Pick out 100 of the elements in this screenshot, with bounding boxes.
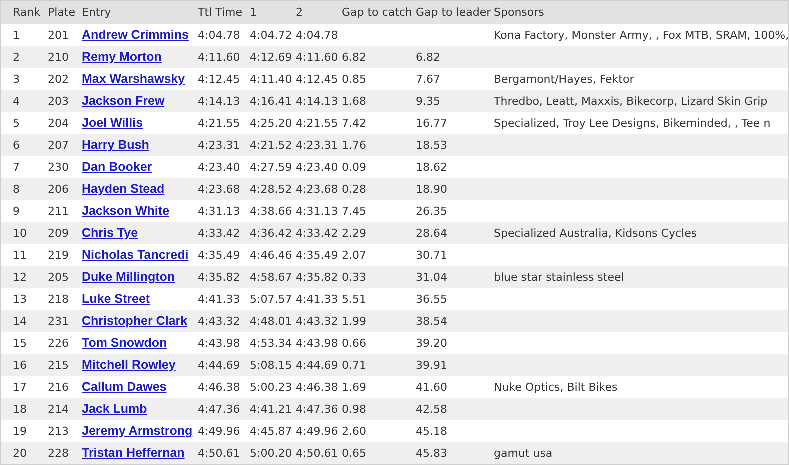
table-cell: 226 [48,336,69,350]
table-cell: 205 [48,270,69,284]
table-cell: 4:12.45 [296,72,338,86]
table-cell: 209 [48,226,69,240]
rider-link[interactable]: Nicholas Tancredi [82,248,189,262]
table-cell: 39.20 [416,336,448,350]
table-cell: 4:48.01 [250,314,292,328]
table-cell: 4:46.46 [250,248,292,262]
table-cell: 4:50.61 [198,446,240,460]
rider-link[interactable]: Max Warshawsky [82,72,186,86]
table-cell: 4:04.72 [250,28,292,42]
table-cell: 4:58.67 [250,270,292,284]
table-cell: 4 [13,94,20,108]
rider-link[interactable]: Jackson White [82,204,170,218]
table-cell: 0.65 [342,446,366,460]
table-cell: 4:35.49 [296,248,338,262]
table-cell: 4:43.98 [296,336,338,350]
table-cell: 0.28 [342,182,366,196]
table-cell: 218 [48,292,69,306]
table-cell: 4:28.52 [250,182,292,196]
table-cell: 4:11.60 [296,50,338,64]
column-header: Gap to catch [342,6,412,19]
table-cell: 15 [13,336,27,350]
table-cell: Kona Factory, Monster Army, , Fox MTB, SRAM, 100%, [494,28,788,42]
table-cell: 231 [48,314,69,328]
table-cell: 201 [48,28,69,42]
table-cell: 7.42 [342,116,366,130]
table-cell: 4:45.87 [250,424,292,438]
table-cell: 30.71 [416,248,448,262]
table-cell: 4:41.21 [250,402,292,416]
table-cell: 28.64 [416,226,448,240]
table-cell: 4:31.13 [198,204,240,218]
table-cell: 204 [48,116,69,130]
table-cell: 202 [48,72,69,86]
table-cell: 0.66 [342,336,366,350]
table-cell: 2.29 [342,226,366,240]
table-cell: 4:35.82 [296,270,338,284]
table-cell: 4:43.32 [198,314,240,328]
table-cell: 0.33 [342,270,366,284]
rider-link[interactable]: Dan Booker [82,160,152,174]
table-cell: 4:44.69 [198,358,240,372]
table-cell: 11 [13,248,27,262]
table-cell: 4:14.13 [296,94,338,108]
table-cell: 4:43.98 [198,336,240,350]
table-cell: 4:38.66 [250,204,292,218]
rider-link[interactable]: Jeremy Armstrong [82,424,193,438]
table-cell: 2 [13,50,20,64]
column-header: Sponsors [494,6,544,19]
table-cell: 7 [13,160,20,174]
table-cell: 2.07 [342,248,366,262]
table-cell: 4:41.33 [198,292,240,306]
table-cell: 45.83 [416,446,448,460]
table-cell: 230 [48,160,69,174]
table-cell: 6.82 [342,50,366,64]
table-cell: 1.99 [342,314,366,328]
table-cell: 5:08.15 [250,358,292,372]
table-cell: 4:35.49 [198,248,240,262]
table-cell: 36.55 [416,292,448,306]
table-cell: 4:21.55 [198,116,240,130]
table-cell: 3 [13,72,20,86]
table-cell: 216 [48,380,69,394]
table-cell: Specialized, Troy Lee Designs, Bikeminded, , Tee n [494,116,771,130]
table-cell: 12 [13,270,27,284]
table-cell: 1 [13,28,20,42]
table-cell: 4:46.38 [296,380,338,394]
table-cell: 4:47.36 [198,402,240,416]
table-cell: 19 [13,424,27,438]
table-cell: 16 [13,358,27,372]
table-cell: 4:33.42 [198,226,240,240]
table-cell: 1.68 [342,94,366,108]
table-cell: 206 [48,182,69,196]
table-cell: Nuke Optics, Bilt Bikes [494,380,618,394]
table-cell: 39.91 [416,358,448,372]
table-cell: 6 [13,138,20,152]
rider-link[interactable]: Luke Street [82,292,150,306]
table-cell: 9 [13,204,20,218]
column-header: Ttl Time [198,6,243,19]
table-cell: 4:23.31 [198,138,240,152]
table-cell: 16.77 [416,116,448,130]
table-cell: 1.76 [342,138,366,152]
rider-link[interactable]: Callum Dawes [82,380,167,394]
table-cell: 18 [13,402,27,416]
table-cell: 213 [48,424,69,438]
table-cell: 0.98 [342,402,366,416]
table-cell: 0.71 [342,358,366,372]
table-cell: 18.53 [416,138,448,152]
table-cell: 41.60 [416,380,448,394]
table-cell: 9.35 [416,94,440,108]
table-cell: 7.67 [416,72,440,86]
table-cell: 215 [48,358,69,372]
table-cell: blue star stainless steel [494,270,624,284]
table-cell: 8 [13,182,20,196]
table-cell: 4:43.32 [296,314,338,328]
rider-link[interactable]: Joel Willis [82,116,144,130]
rider-link[interactable]: Tom Snowdon [82,336,168,350]
table-cell: 2.60 [342,424,366,438]
table-cell: Bergamont/Hayes, Fektor [494,72,634,86]
table-cell: 6.82 [416,50,440,64]
rider-link[interactable]: Andrew Crimmins [82,28,189,42]
table-cell: 18.62 [416,160,448,174]
